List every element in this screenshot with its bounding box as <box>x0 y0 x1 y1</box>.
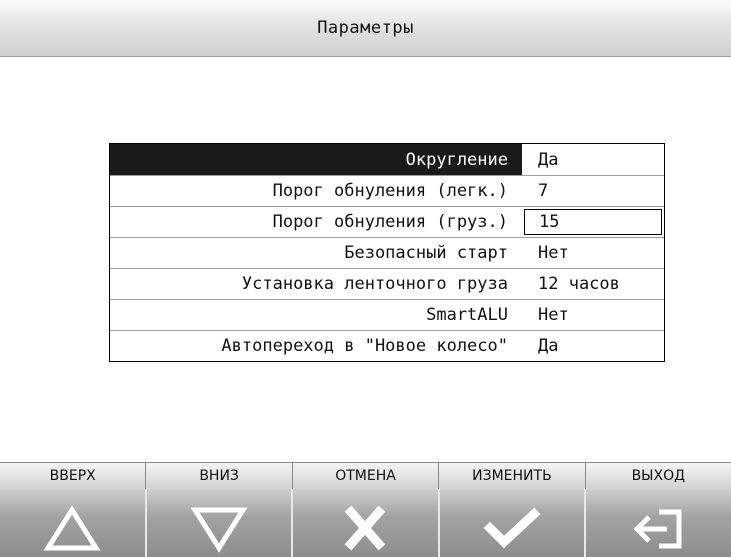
down-button[interactable] <box>144 489 292 557</box>
triangle-down-icon <box>190 507 248 553</box>
param-value: Нет <box>538 305 569 325</box>
param-label: Установка ленточного груза <box>241 274 508 294</box>
cancel-button[interactable] <box>291 489 438 557</box>
down-button-label: ВНИЗ <box>145 463 291 489</box>
triangle-up-icon <box>43 505 101 551</box>
param-value: 7 <box>538 181 549 201</box>
param-row-rounding[interactable]: Округление Да <box>110 144 664 175</box>
up-button[interactable] <box>0 489 145 557</box>
cancel-button-label: ОТМЕНА <box>291 463 438 489</box>
exit-icon <box>633 509 682 549</box>
param-value: Да <box>538 149 559 170</box>
cross-icon <box>345 505 386 551</box>
toolbar-labels: ВВЕРХ ВНИЗ ОТМЕНА ИЗМЕНИТЬ ВЫХОД <box>0 462 731 489</box>
change-button-label: ИЗМЕНИТЬ <box>438 463 584 489</box>
param-value-field[interactable]: 15 <box>524 209 662 235</box>
checkmark-icon <box>483 507 541 549</box>
change-button[interactable] <box>437 489 585 557</box>
exit-button-label: ВЫХОД <box>584 463 731 489</box>
page-title: Параметры <box>317 18 414 38</box>
param-label: Порог обнуления (груз.) <box>272 212 508 232</box>
param-label: SmartALU <box>426 305 508 325</box>
param-row-smartalu[interactable]: SmartALU Нет <box>110 299 664 330</box>
param-label: Округление <box>110 144 522 175</box>
param-row-zero-threshold-truck[interactable]: Порог обнуления (груз.) 15 <box>110 206 664 237</box>
param-row-zero-threshold-light[interactable]: Порог обнуления (легк.) 7 <box>110 175 664 206</box>
title-bar: Параметры <box>0 0 731 57</box>
toolbar-buttons <box>0 489 731 557</box>
exit-button[interactable] <box>584 489 731 557</box>
param-label: Порог обнуления (легк.) <box>272 181 508 201</box>
param-label: Автопереход в "Новое колесо" <box>221 336 508 356</box>
param-value: 12 часов <box>538 274 620 294</box>
param-row-safe-start[interactable]: Безопасный старт Нет <box>110 237 664 268</box>
param-row-tape-weight[interactable]: Установка ленточного груза 12 часов <box>110 268 664 299</box>
up-button-label: ВВЕРХ <box>49 468 96 484</box>
param-value: Нет <box>538 243 569 263</box>
param-value: Да <box>538 336 559 356</box>
parameters-list: Округление Да Порог обнуления (легк.) 7 … <box>109 143 665 362</box>
param-label: Безопасный старт <box>344 243 508 263</box>
param-row-auto-new-wheel[interactable]: Автопереход в "Новое колесо" Да <box>110 330 664 361</box>
